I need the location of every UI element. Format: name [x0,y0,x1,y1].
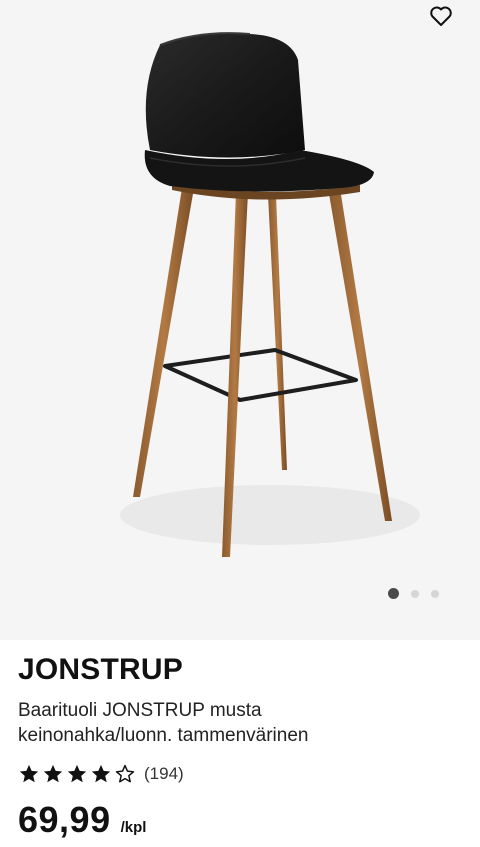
product-name[interactable]: JONSTRUP [18,650,468,690]
wishlist-button[interactable] [424,0,458,32]
rating-stars [18,763,136,785]
product-price: 69,99 [18,799,111,840]
product-image[interactable] [0,0,480,640]
star-filled-icon [19,764,39,783]
gallery-dot-2[interactable] [411,589,419,598]
description-line-2: keinonahka/luonn. tammenvärinen [18,725,309,746]
price-row: 69,99 /kpl [18,799,468,841]
gallery-dot-3[interactable] [431,589,439,598]
star-filled-icon [43,764,63,783]
star-empty-icon [115,764,135,783]
heart-outline-icon [430,6,452,26]
star-filled-icon [91,764,111,783]
bar-stool-image [120,32,420,557]
price-unit: /kpl [120,819,147,836]
gallery-pagination [388,588,439,599]
rating-count: (194) [144,764,184,783]
product-rating[interactable]: (194) [18,763,468,785]
description-line-1: Baarituoli JONSTRUP musta [18,700,262,721]
gallery-dot-1[interactable] [388,588,399,599]
product-description[interactable]: Baarituoli JONSTRUP musta keinonahka/luo… [18,698,468,748]
star-filled-icon [67,764,87,783]
product-details: JONSTRUP Baarituoli JONSTRUP musta keino… [18,650,468,841]
